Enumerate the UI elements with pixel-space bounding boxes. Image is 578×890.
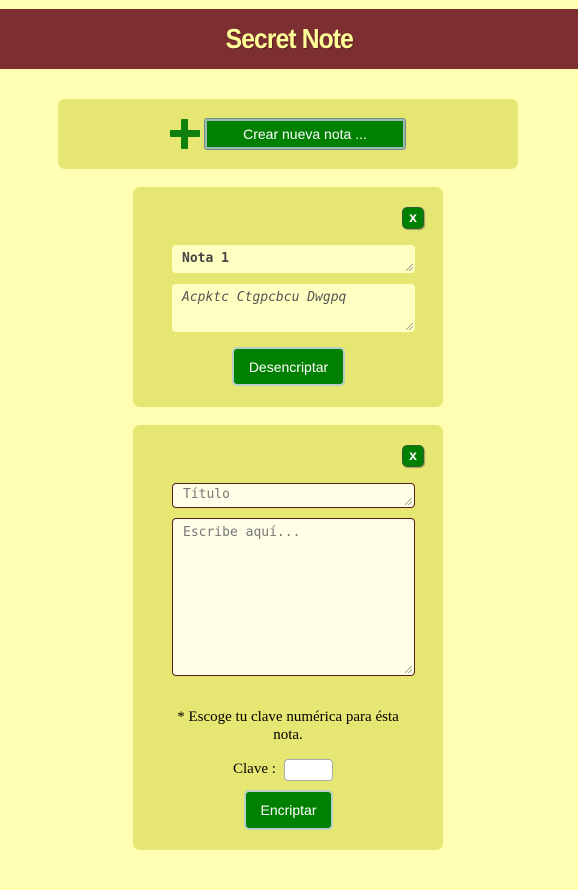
note-body-textarea[interactable]: Escribe aquí... [172,518,415,676]
decrypt-button[interactable]: Desencriptar [232,347,345,386]
plus-icon[interactable] [170,119,200,149]
note-title-field[interactable]: Nota 1 [172,245,415,273]
note-card-encrypted: x Nota 1 Acpktc Ctgpcbcu Dwgpq Desencrip… [133,187,443,407]
note-card-new: x Título Escribe aquí... * Escoge tu cla… [133,425,443,850]
close-note-button[interactable]: x [402,207,424,229]
create-note-button[interactable]: Crear nueva nota ... [204,118,406,150]
key-hint: * Escoge tu clave numérica para ésta not… [177,709,399,743]
create-note-panel: Crear nueva nota ... [58,99,518,169]
key-input[interactable] [284,759,333,781]
encrypt-button[interactable]: Encriptar [244,790,333,830]
app-title: Secret Note [225,23,353,54]
note-body-field[interactable]: Acpktc Ctgpcbcu Dwgpq [172,284,415,332]
note-title-input[interactable]: Título [172,483,415,508]
app-header: Secret Note [0,9,578,69]
key-label: Clave : [233,761,276,777]
close-note-button[interactable]: x [402,445,424,467]
